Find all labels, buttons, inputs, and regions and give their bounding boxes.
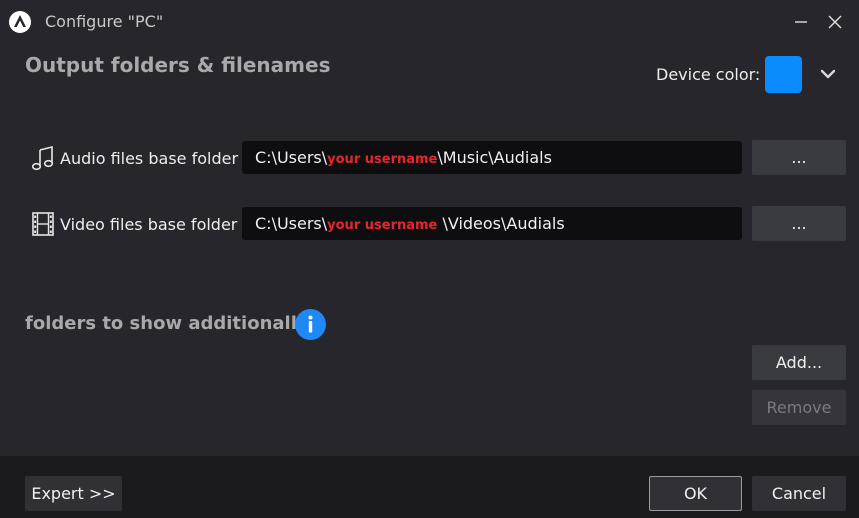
add-folder-button[interactable]: Add... (752, 345, 846, 380)
remove-folder-button[interactable]: Remove (752, 390, 846, 425)
configure-dialog: Configure "PC" Output folders & filename… (0, 0, 859, 518)
device-color-swatch[interactable] (765, 56, 802, 93)
video-folder-label: Video files base folder (60, 215, 238, 234)
cancel-button[interactable]: Cancel (752, 476, 846, 511)
music-note-icon (31, 145, 54, 171)
minimize-button[interactable] (787, 8, 815, 36)
minimize-icon (795, 21, 807, 23)
audio-path-redacted-username: your username (327, 152, 438, 167)
video-path-redacted-username: your username (327, 218, 438, 233)
audials-logo-icon (9, 11, 31, 33)
title-bar[interactable]: Configure "PC" (0, 0, 859, 44)
dialog-footer: Expert >> OK Cancel (0, 456, 859, 518)
chevron-down-icon[interactable] (816, 62, 840, 86)
section-title: Output folders & filenames (25, 53, 331, 77)
audio-path-suffix: \Music\Audials (437, 148, 552, 167)
close-icon (828, 15, 842, 29)
expert-button[interactable]: Expert >> (25, 476, 122, 511)
video-path-suffix: \Videos\Audials (437, 214, 565, 233)
video-path-prefix: C:\Users\ (255, 214, 328, 233)
video-browse-button[interactable]: ... (752, 206, 846, 241)
ok-button[interactable]: OK (649, 476, 742, 511)
window-title: Configure "PC" (45, 12, 164, 31)
video-folder-path-field[interactable]: C:\Users\your username \Videos\Audials (242, 207, 742, 240)
audio-path-prefix: C:\Users\ (255, 148, 328, 167)
info-icon[interactable] (295, 309, 326, 340)
device-color-label: Device color: (656, 65, 761, 84)
audio-folder-path-field[interactable]: C:\Users\your username\Music\Audials (242, 141, 742, 174)
film-strip-icon (32, 212, 54, 236)
audio-folder-label: Audio files base folder (60, 149, 239, 168)
additional-folders-title: folders to show additionally (25, 313, 309, 334)
audio-browse-button[interactable]: ... (752, 140, 846, 175)
close-button[interactable] (821, 8, 849, 36)
